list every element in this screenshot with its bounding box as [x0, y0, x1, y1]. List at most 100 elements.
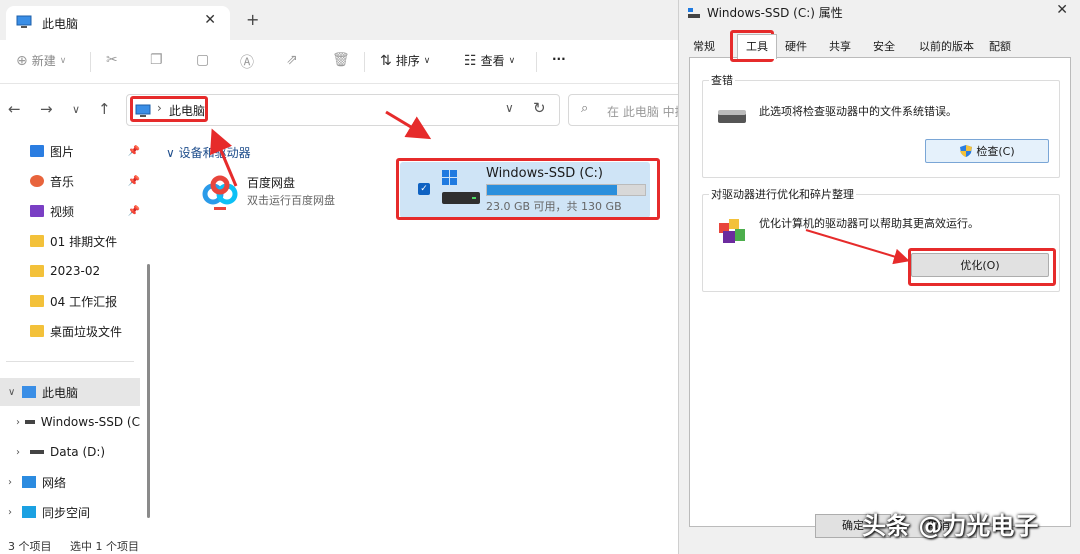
explorer-toolbar: ⊕ 新建 ∨ ✂ ❐ ▢ Ⓐ ⇗ 🗑 ⇅ 排序 ∨ ☷ 查看 ∨ ···	[0, 40, 680, 84]
paste-button[interactable]: ▢	[196, 52, 209, 68]
forward-button[interactable]: →	[40, 100, 53, 118]
sidebar-tree-label: 此电脑	[42, 385, 79, 400]
content-pane: ∨ 设备和驱动器 百度网盘 双击运行百度网盘 ✓ Windows-SSD (C:…	[156, 136, 680, 534]
address-dropdown-icon[interactable]: ∨	[505, 101, 514, 115]
refresh-icon[interactable]: ↻	[533, 99, 546, 117]
folder-icon	[30, 295, 44, 307]
drive-c-item[interactable]: ✓ Windows-SSD (C:) 23.0 GB 可用，共 130 GB	[400, 162, 650, 218]
sort-icon: ⇅	[380, 52, 392, 69]
address-bar[interactable]: › 此电脑 ∨ ↻	[126, 94, 560, 126]
copy-button[interactable]: ❐	[150, 52, 163, 68]
sidebar-item[interactable]: 04 工作汇报	[0, 287, 140, 315]
sidebar-tree-item[interactable]: › Data (D:)	[0, 438, 140, 466]
pin-icon[interactable]: 📌	[128, 146, 140, 157]
chevron-right-icon[interactable]: ›	[16, 417, 25, 428]
chevron-right-icon[interactable]: ›	[8, 477, 22, 488]
delete-button[interactable]: 🗑	[332, 52, 350, 68]
pin-icon[interactable]: 📌	[128, 176, 140, 187]
dialog-tab[interactable]: 以前的版本	[919, 38, 974, 54]
sidebar-item[interactable]: 01 排期文件	[0, 227, 140, 255]
dialog-tab[interactable]: 硬件	[785, 38, 807, 54]
picture-icon	[30, 145, 44, 157]
view-label: 查看	[480, 54, 505, 68]
chevron-down-icon: ∨	[508, 55, 516, 66]
dialog-tab[interactable]: 共享	[829, 38, 851, 54]
file-explorer-window: 此电脑 ✕ + ⊕ 新建 ∨ ✂ ❐ ▢ Ⓐ ⇗ 🗑 ⇅ 排序 ∨ ☷ 查看 ∨…	[0, 0, 688, 554]
sidebar-tree-item[interactable]: › 网络	[0, 468, 140, 496]
sidebar-item-label: 图片	[50, 144, 75, 159]
search-box[interactable]: ⌕ 在 此电脑 中搜	[568, 94, 688, 126]
baidu-netdisk-icon	[202, 175, 238, 210]
checkbox-checked-icon[interactable]: ✓	[418, 183, 430, 195]
error-check-description: 此选项将检查驱动器中的文件系统错误。	[759, 105, 957, 118]
sidebar-item[interactable]: 视频 📌	[0, 197, 140, 225]
sidebar-tree-item[interactable]: ∨ 此电脑	[0, 378, 140, 406]
tools-tab-panel: 查错 此选项将检查驱动器中的文件系统错误。 检查(C) 对驱动器进行优化和碎片整…	[689, 57, 1071, 527]
sidebar-item-label: 01 排期文件	[50, 234, 118, 249]
recent-locations-button[interactable]: ∨	[72, 103, 80, 116]
share-button[interactable]: ⇗	[286, 52, 298, 68]
back-button[interactable]: ←	[8, 100, 21, 118]
sidebar-tree-label: 同步空间	[42, 505, 91, 520]
rename-button[interactable]: Ⓐ	[240, 52, 254, 72]
baidu-netdisk-item[interactable]: 百度网盘 双击运行百度网盘	[202, 174, 382, 214]
close-tab-icon[interactable]: ✕	[204, 12, 216, 28]
error-check-title: 查错	[709, 72, 735, 88]
new-button[interactable]: ⊕ 新建 ∨	[16, 52, 66, 69]
uac-shield-icon	[960, 145, 973, 157]
drive-c-free-space: 23.0 GB 可用，共 130 GB	[486, 200, 622, 213]
folder-icon	[30, 235, 44, 247]
dialog-tab[interactable]: 工具	[737, 34, 777, 59]
sidebar-item[interactable]: 桌面垃圾文件	[0, 317, 140, 345]
optimize-button-label: 优化(O)	[960, 259, 1000, 272]
tab-this-pc[interactable]: 此电脑 ✕	[6, 6, 230, 40]
chevron-down-icon: ∨	[423, 55, 431, 66]
dialog-tab[interactable]: 安全	[873, 38, 895, 54]
pc-icon	[135, 104, 151, 121]
dialog-tab[interactable]: 常规	[693, 38, 715, 54]
sort-button[interactable]: ⇅ 排序 ∨	[380, 52, 430, 69]
scissors-icon: ✂	[106, 52, 118, 68]
pin-icon[interactable]: 📌	[128, 206, 140, 217]
optimize-button[interactable]: 优化(O)	[911, 253, 1049, 277]
sidebar-item[interactable]: 音乐 📌	[0, 167, 140, 195]
cut-button[interactable]: ✂	[106, 52, 118, 68]
chevron-down-icon: ∨	[59, 55, 67, 66]
sidebar-tree-item[interactable]: › Windows-SSD (C	[0, 408, 140, 436]
drive-usage-bar	[486, 184, 646, 196]
chevron-right-icon[interactable]: ›	[16, 447, 30, 458]
sidebar-tree-item[interactable]: › 同步空间	[0, 498, 140, 526]
chevron-right-icon[interactable]: ›	[8, 507, 22, 518]
dialog-titlebar: Windows-SSD (C:) 属性	[687, 4, 843, 21]
sidebar-item-label: 音乐	[50, 174, 75, 189]
up-button[interactable]: ↑	[98, 100, 111, 118]
check-button[interactable]: 检查(C)	[925, 139, 1049, 163]
more-options-button[interactable]: ···	[552, 52, 566, 66]
sidebar-item[interactable]: 2023-02	[0, 257, 140, 285]
drive-usage-fill	[487, 185, 618, 195]
dialog-tabs: 常规 工具 硬件 共享 安全 以前的版本 配额	[689, 34, 1079, 59]
dialog-close-button[interactable]: ✕	[1056, 2, 1068, 18]
sidebar-item[interactable]: 图片 📌	[0, 137, 140, 165]
optimize-title: 对驱动器进行优化和碎片整理	[709, 186, 856, 202]
optimize-description: 优化计算机的驱动器可以帮助其更高效运行。	[759, 217, 979, 230]
folder-icon	[30, 325, 44, 337]
search-placeholder: 在 此电脑 中搜	[607, 105, 687, 119]
toolbar-divider	[536, 52, 537, 72]
toolbar-divider	[364, 52, 365, 72]
sidebar-tree-label: Data (D:)	[50, 445, 106, 459]
new-tab-button[interactable]: +	[246, 10, 259, 29]
sidebar-tree-label: Windows-SSD (C	[40, 415, 140, 429]
breadcrumb-this-pc[interactable]: 此电脑	[169, 102, 205, 119]
music-icon	[30, 175, 44, 187]
dialog-tab[interactable]: 配额	[989, 38, 1011, 54]
sync-icon	[22, 506, 36, 518]
sidebar-item-label: 04 工作汇报	[50, 294, 118, 309]
watermark-text: 头条 @力光电子	[862, 512, 1039, 540]
sidebar-scrollbar[interactable]	[147, 264, 150, 518]
explorer-titlebar: 此电脑 ✕ +	[0, 0, 680, 40]
group-header-devices[interactable]: ∨ 设备和驱动器	[166, 144, 251, 161]
view-button[interactable]: ☷ 查看 ∨	[464, 52, 515, 69]
sidebar-tree-label: 网络	[42, 475, 67, 490]
chevron-down-icon[interactable]: ∨	[8, 387, 22, 398]
